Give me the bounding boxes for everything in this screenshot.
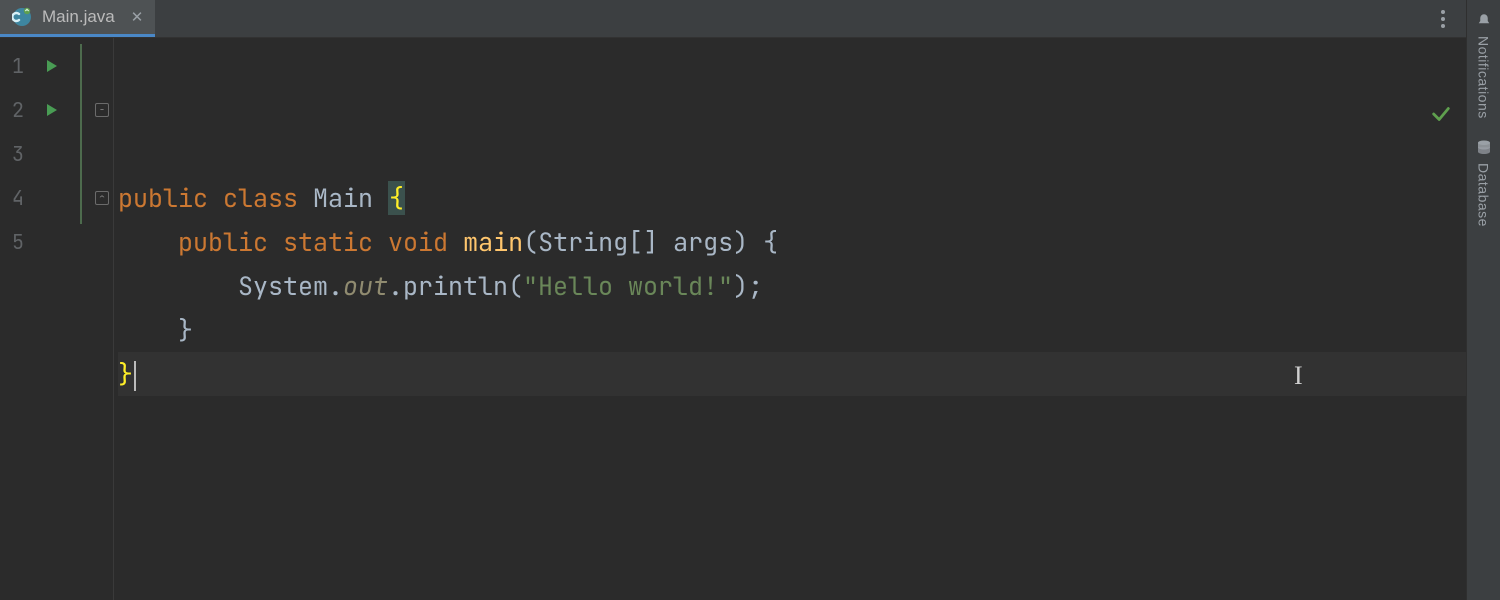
line-number: 3 bbox=[0, 132, 34, 176]
kebab-icon bbox=[1441, 10, 1445, 28]
line-number: 5 bbox=[0, 220, 34, 264]
gutter-row: 5 bbox=[0, 220, 113, 264]
rail-label: Database bbox=[1476, 163, 1492, 227]
code-line[interactable]: } bbox=[118, 308, 1466, 352]
rail-label: Notifications bbox=[1476, 36, 1492, 119]
gutter: 12−34⌃5 bbox=[0, 38, 114, 600]
gutter-row: 2− bbox=[0, 88, 113, 132]
code-area: 12−34⌃5 public class Main { public stati… bbox=[0, 38, 1466, 600]
close-icon[interactable]: ✕ bbox=[131, 8, 144, 26]
line-number: 4 bbox=[0, 176, 34, 220]
editor-pane: Main.java ✕ 12−34⌃5 public class Main { … bbox=[0, 0, 1466, 600]
file-tab-label: Main.java bbox=[42, 7, 115, 27]
gutter-row: 3 bbox=[0, 132, 113, 176]
code-content[interactable]: public class Main { public static void m… bbox=[114, 38, 1466, 600]
java-class-icon bbox=[12, 7, 32, 27]
gutter-row: 1 bbox=[0, 44, 113, 88]
code-line[interactable]: } bbox=[118, 352, 1466, 396]
code-line[interactable]: public class Main { bbox=[118, 176, 1466, 220]
rail-item-database[interactable]: Database bbox=[1475, 135, 1493, 239]
database-icon bbox=[1475, 139, 1493, 157]
run-gutter-icon[interactable] bbox=[34, 58, 70, 74]
tab-more-button[interactable] bbox=[1428, 4, 1458, 34]
line-number: 1 bbox=[0, 44, 34, 88]
code-line[interactable]: System.out.println("Hello world!"); bbox=[118, 264, 1466, 308]
gutter-row: 4⌃ bbox=[0, 176, 113, 220]
analysis-ok-icon[interactable] bbox=[1280, 50, 1452, 182]
fold-toggle[interactable]: − bbox=[95, 88, 109, 132]
caret bbox=[134, 361, 136, 391]
right-tool-rail: Notifications Database bbox=[1466, 0, 1500, 600]
fold-end[interactable]: ⌃ bbox=[95, 176, 109, 220]
ide-window: Main.java ✕ 12−34⌃5 public class Main { … bbox=[0, 0, 1500, 600]
file-tab[interactable]: Main.java ✕ bbox=[0, 0, 155, 37]
tab-bar: Main.java ✕ bbox=[0, 0, 1466, 38]
line-number: 2 bbox=[0, 88, 34, 132]
run-gutter-icon[interactable] bbox=[34, 102, 70, 118]
code-line[interactable]: public static void main(String[] args) { bbox=[118, 220, 1466, 264]
rail-item-notifications[interactable]: Notifications bbox=[1475, 8, 1493, 131]
bell-icon bbox=[1475, 12, 1493, 30]
text-cursor-icon: I bbox=[1294, 354, 1303, 398]
